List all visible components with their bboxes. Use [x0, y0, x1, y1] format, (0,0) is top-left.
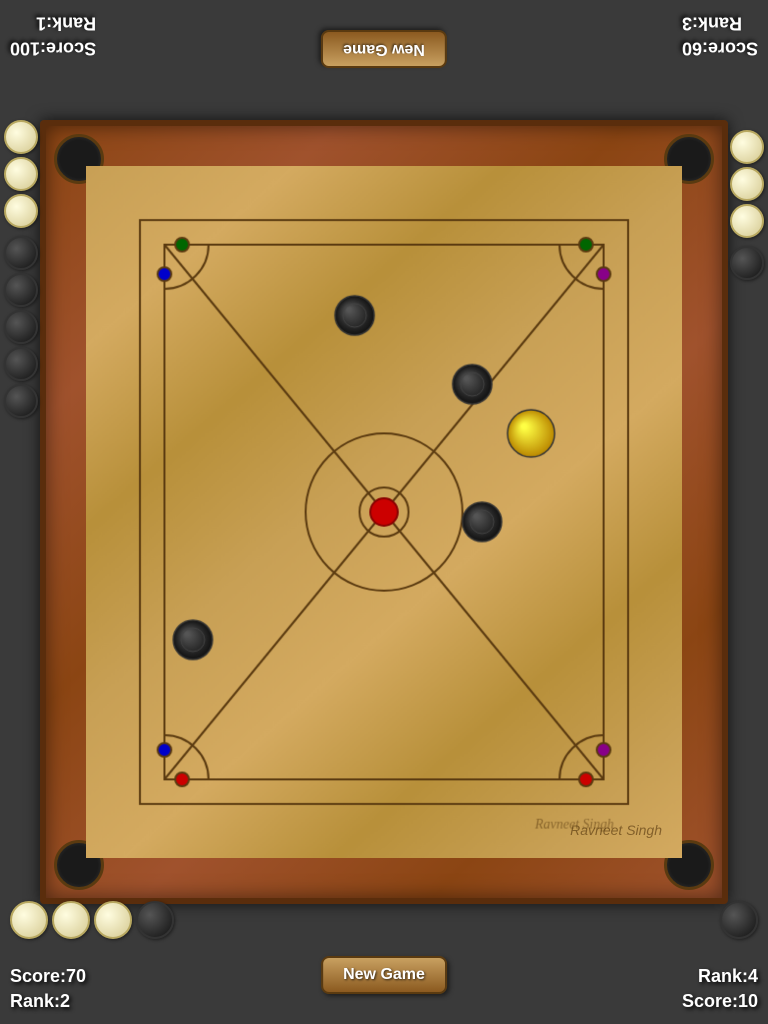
left-piece-1	[4, 120, 38, 154]
bl-piece-dark	[136, 901, 174, 939]
right-piece-4	[730, 246, 764, 280]
board-canvas	[86, 166, 682, 858]
score-top-left: Score:100 Rank:1	[10, 10, 96, 60]
right-side-pieces	[730, 120, 764, 280]
bl-piece-2	[52, 901, 90, 939]
left-piece-4	[4, 236, 38, 270]
tl-rank: Rank:1	[10, 10, 96, 35]
score-top-right: Score:60 Rank:3	[682, 10, 758, 60]
br-rank: Rank:4	[682, 964, 758, 989]
tr-rank: Rank:3	[682, 10, 758, 35]
right-piece-3	[730, 204, 764, 238]
left-side-pieces	[4, 120, 38, 418]
carrom-board: Ravneet Singh	[40, 120, 728, 904]
left-piece-6	[4, 310, 38, 344]
bottom-right-pieces	[720, 901, 758, 939]
right-piece-1	[730, 130, 764, 164]
new-game-top-button[interactable]: New Game	[321, 30, 447, 68]
bl-rank: Rank:2	[10, 989, 86, 1014]
left-piece-5	[4, 273, 38, 307]
score-bottom-left: Score:70 Rank:2	[10, 964, 86, 1014]
left-piece-7	[4, 347, 38, 381]
tr-score: Score:60	[682, 35, 758, 60]
new-game-bottom-button[interactable]: New Game	[321, 956, 447, 994]
bottom-left-pieces	[10, 901, 174, 939]
br-score: Score:10	[682, 989, 758, 1014]
left-piece-8	[4, 384, 38, 418]
left-piece-3	[4, 194, 38, 228]
bl-score: Score:70	[10, 964, 86, 989]
bl-piece-3	[94, 901, 132, 939]
watermark: Ravneet Singh	[570, 822, 662, 838]
bl-piece-1	[10, 901, 48, 939]
tl-score: Score:100	[10, 35, 96, 60]
right-piece-2	[730, 167, 764, 201]
br-piece-dark	[720, 901, 758, 939]
score-bottom-right: Rank:4 Score:10	[682, 964, 758, 1014]
left-piece-2	[4, 157, 38, 191]
